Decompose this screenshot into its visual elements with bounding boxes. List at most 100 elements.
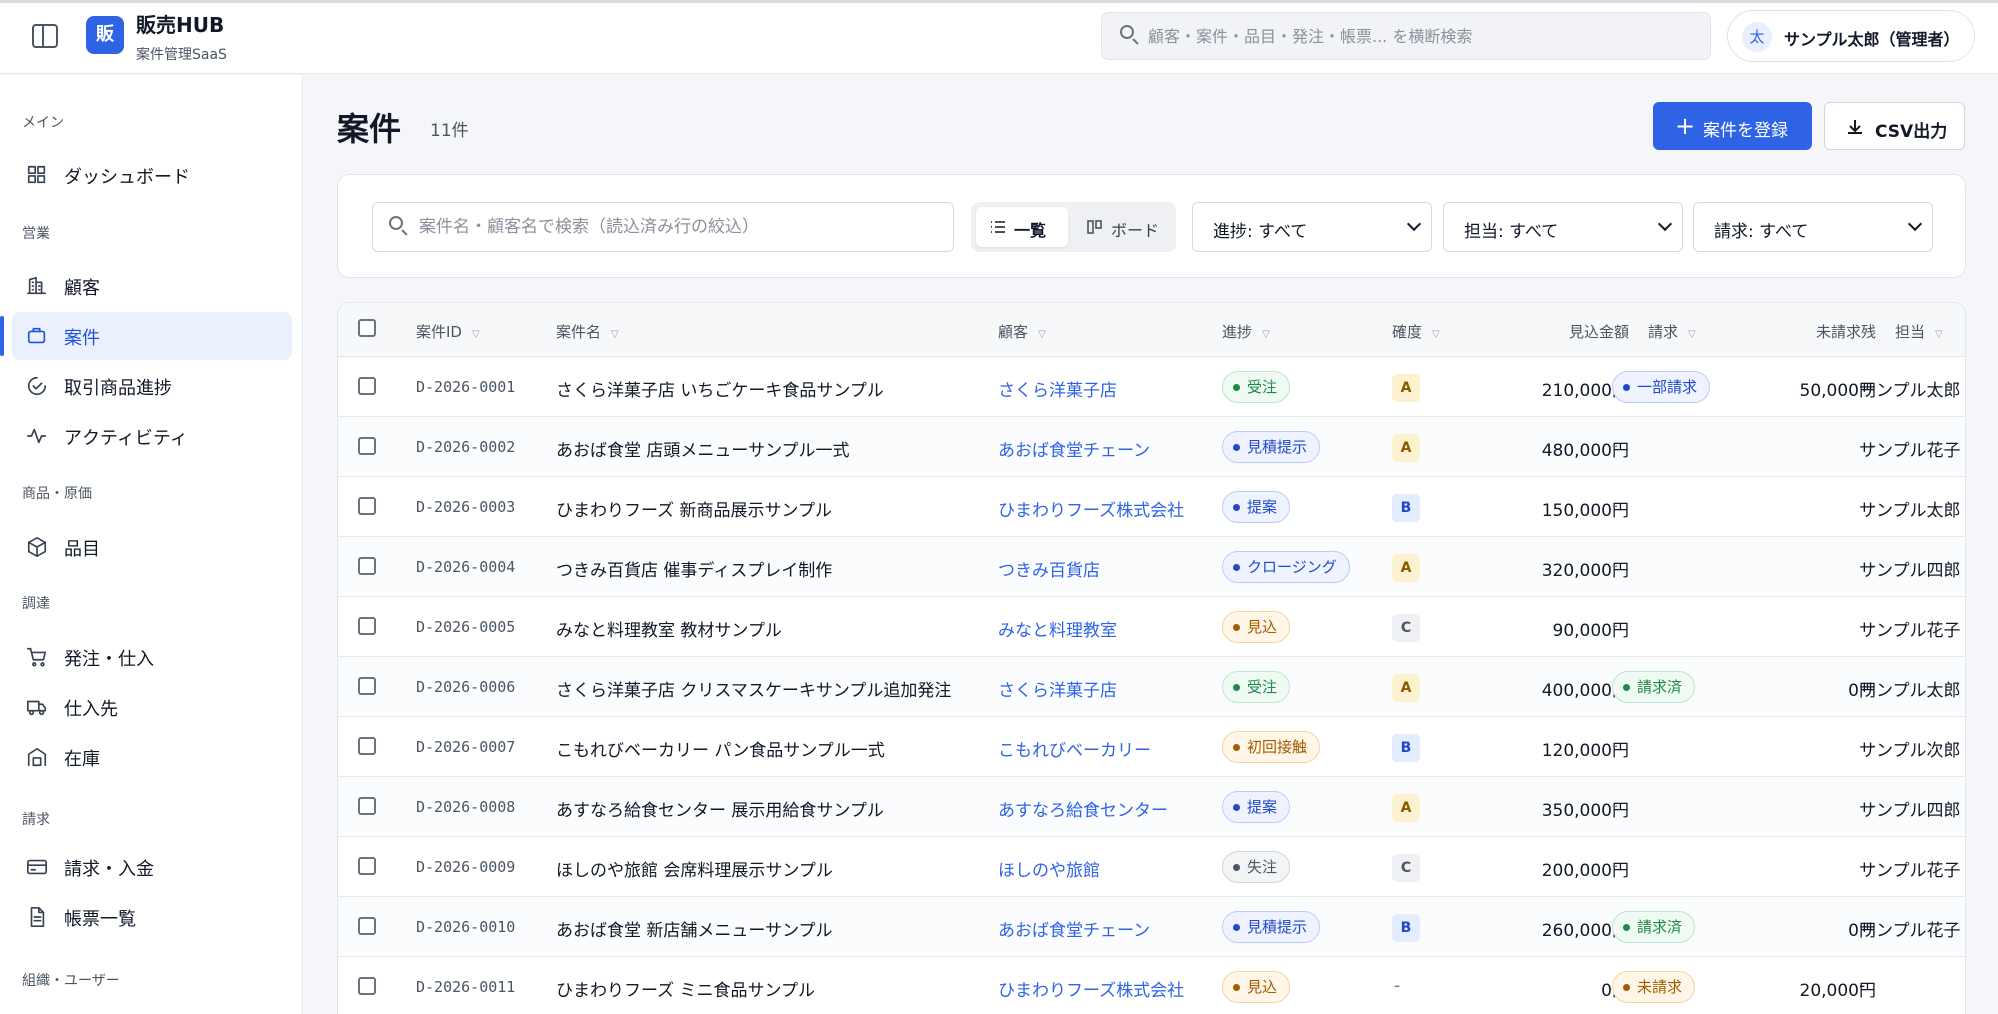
status-badge: 提案 bbox=[1222, 491, 1291, 523]
user-menu[interactable]: 太 サンプル太郎（管理者） bbox=[1727, 10, 1975, 62]
row-checkbox[interactable] bbox=[358, 617, 376, 635]
status-badge: 提案 bbox=[1222, 791, 1291, 823]
global-search[interactable] bbox=[1101, 12, 1711, 60]
expected-amount: 210,000円 bbox=[1541, 381, 1629, 401]
dashboard-icon bbox=[26, 164, 48, 186]
sidebar-item-box[interactable]: 品目 bbox=[12, 523, 292, 571]
deal-name[interactable]: みなと料理教室 教材サンプル bbox=[556, 616, 782, 641]
billing-badge: 一部請求 bbox=[1612, 371, 1711, 403]
deal-name[interactable]: さくら洋菓子店 いちごケーキ食品サンプル bbox=[556, 376, 884, 401]
table-row[interactable]: D-2026-0007 こもれびベーカリー パン食品サンプル一式 こもれびベーカリー… bbox=[338, 717, 1965, 777]
deal-name[interactable]: こもれびベーカリー パン食品サンプル一式 bbox=[556, 736, 885, 761]
unbilled-remaining: 50,000円 bbox=[1799, 381, 1876, 401]
table-row[interactable]: D-2026-0006 さくら洋菓子店 クリスマスケーキサンプル追加発注 さくら洋菓… bbox=[338, 657, 1965, 717]
document-icon bbox=[26, 906, 48, 928]
row-checkbox[interactable] bbox=[358, 917, 376, 935]
deal-name[interactable]: ひまわりフーズ ミニ食品サンプル bbox=[556, 976, 815, 1001]
sidebar-item-truck[interactable]: 仕入先 bbox=[12, 683, 292, 731]
table-row[interactable]: D-2026-0008 あすなろ給食センター 展示用給食サンプル あすなろ給食センタ… bbox=[338, 777, 1965, 837]
customer-link[interactable]: みなと料理教室 bbox=[998, 616, 1117, 641]
sidebar-item-warehouse[interactable]: 在庫 bbox=[12, 733, 292, 781]
sidebar-item-document[interactable]: 帳票一覧 bbox=[12, 893, 292, 941]
activity-icon bbox=[26, 425, 48, 447]
row-checkbox[interactable] bbox=[358, 377, 376, 395]
deal-name[interactable]: さくら洋菓子店 クリスマスケーキサンプル追加発注 bbox=[556, 676, 951, 701]
chevron-down-icon bbox=[1657, 216, 1673, 232]
owner-filter[interactable]: 担当: すべて bbox=[1443, 202, 1683, 252]
sidebar-item-user[interactable]: 社員 bbox=[12, 1003, 292, 1014]
row-checkbox[interactable] bbox=[358, 497, 376, 515]
column-header-id[interactable]: 案件ID ▽ bbox=[416, 321, 480, 342]
customer-link[interactable]: ひまわりフーズ株式会社 bbox=[998, 976, 1184, 1001]
column-header-name[interactable]: 案件名 ▽ bbox=[556, 321, 619, 342]
csv-export-button[interactable]: CSV出力 bbox=[1824, 102, 1965, 150]
table-row[interactable]: D-2026-0009 ほしのや旅館 会席料理展示サンプル ほしのや旅館 失注 C 200… bbox=[338, 837, 1965, 897]
table-row[interactable]: D-2026-0003 ひまわりフーズ 新商品展示サンプル ひまわりフーズ株式会社 提… bbox=[338, 477, 1965, 537]
view-board-label: ボード bbox=[1111, 221, 1160, 240]
plus-icon: + bbox=[1675, 112, 1696, 140]
sidebar-item-cart[interactable]: 発注・仕入 bbox=[12, 633, 292, 681]
customer-link[interactable]: さくら洋菓子店 bbox=[998, 676, 1117, 701]
sidebar-item-progress[interactable]: 取引商品進捗 bbox=[12, 362, 292, 410]
sidebar-item-building[interactable]: 顧客 bbox=[12, 262, 292, 310]
probability-badge: A bbox=[1392, 374, 1420, 402]
owner-name: サンプル花子 bbox=[1859, 621, 1961, 641]
row-checkbox[interactable] bbox=[358, 737, 376, 755]
status-badge: 見積提示 bbox=[1222, 431, 1321, 463]
table-header: 案件ID ▽ 案件名 ▽ 顧客 ▽ 進捗 ▽ 確度 ▽ 見込金額 請求 ▽ 未請求残 担当 ▽ bbox=[338, 303, 1965, 357]
customer-link[interactable]: こもれびベーカリー bbox=[998, 736, 1151, 761]
column-header-amount[interactable]: 見込金額 bbox=[1514, 321, 1629, 342]
table-row[interactable]: D-2026-0005 みなと料理教室 教材サンプル みなと料理教室 見込 C 90,00… bbox=[338, 597, 1965, 657]
sidebar-section-products: 商品・原価 bbox=[22, 486, 92, 502]
probability-badge: B bbox=[1392, 494, 1420, 522]
sidebar-item-dashboard[interactable]: ダッシュボード bbox=[12, 151, 292, 199]
row-checkbox[interactable] bbox=[358, 437, 376, 455]
column-header-customer[interactable]: 顧客 ▽ bbox=[998, 321, 1046, 342]
deal-name[interactable]: あすなろ給食センター 展示用給食サンプル bbox=[556, 796, 884, 821]
list-search-input[interactable] bbox=[419, 203, 944, 251]
customer-link[interactable]: ほしのや旅館 bbox=[998, 856, 1100, 881]
billing-filter-value: 請求: すべて bbox=[1714, 222, 1809, 242]
column-header-billing[interactable]: 請求 ▽ bbox=[1648, 321, 1696, 342]
view-board-button[interactable]: ボード bbox=[1073, 207, 1171, 247]
deal-name[interactable]: あおば食堂 新店舗メニューサンプル bbox=[556, 916, 833, 941]
customer-link[interactable]: つきみ百貨店 bbox=[998, 556, 1100, 581]
sidebar-item-briefcase[interactable]: 案件 bbox=[0, 312, 292, 360]
owner-name: サンプル太郎 bbox=[1859, 381, 1961, 401]
list-search[interactable] bbox=[372, 202, 954, 252]
chevron-down-icon bbox=[1907, 216, 1923, 232]
sidebar-item-card[interactable]: 請求・入金 bbox=[12, 843, 292, 891]
add-deal-button[interactable]: + 案件を登録 bbox=[1653, 102, 1812, 150]
row-checkbox[interactable] bbox=[358, 557, 376, 575]
row-checkbox[interactable] bbox=[358, 857, 376, 875]
deal-name[interactable]: あおば食堂 店頭メニューサンプル一式 bbox=[556, 436, 850, 461]
view-list-button[interactable]: 一覧 bbox=[976, 207, 1068, 247]
column-header-probability[interactable]: 確度 ▽ bbox=[1392, 321, 1440, 342]
progress-filter[interactable]: 進捗: すべて bbox=[1192, 202, 1432, 252]
deal-name[interactable]: ほしのや旅館 会席料理展示サンプル bbox=[556, 856, 833, 881]
table-row[interactable]: D-2026-0001 さくら洋菓子店 いちごケーキ食品サンプル さくら洋菓子店 受注… bbox=[338, 357, 1965, 417]
table-row[interactable]: D-2026-0010 あおば食堂 新店舗メニューサンプル あおば食堂チェーン 見積提… bbox=[338, 897, 1965, 957]
deal-name[interactable]: ひまわりフーズ 新商品展示サンプル bbox=[556, 496, 832, 521]
row-checkbox[interactable] bbox=[358, 797, 376, 815]
table-row[interactable]: D-2026-0004 つきみ百貨店 催事ディスプレイ制作 つきみ百貨店 クロージング… bbox=[338, 537, 1965, 597]
column-header-unbilled[interactable]: 未請求残 bbox=[1758, 321, 1876, 342]
sidebar-item-activity[interactable]: アクティビティ bbox=[12, 412, 292, 460]
sidebar-toggle-icon[interactable] bbox=[32, 24, 58, 48]
row-checkbox[interactable] bbox=[358, 677, 376, 695]
global-search-input[interactable] bbox=[1148, 13, 1698, 59]
column-header-owner[interactable]: 担当 ▽ bbox=[1895, 321, 1943, 342]
customer-link[interactable]: さくら洋菓子店 bbox=[998, 376, 1117, 401]
customer-link[interactable]: あおば食堂チェーン bbox=[998, 436, 1150, 461]
deal-name[interactable]: つきみ百貨店 催事ディスプレイ制作 bbox=[556, 556, 832, 581]
customer-link[interactable]: ひまわりフーズ株式会社 bbox=[998, 496, 1184, 521]
table-row[interactable]: D-2026-0002 あおば食堂 店頭メニューサンプル一式 あおば食堂チェーン 見積… bbox=[338, 417, 1965, 477]
column-header-progress[interactable]: 進捗 ▽ bbox=[1222, 321, 1270, 342]
table-row[interactable]: D-2026-0011 ひまわりフーズ ミニ食品サンプル ひまわりフーズ株式会社 見込… bbox=[338, 957, 1965, 1014]
customer-link[interactable]: あおば食堂チェーン bbox=[998, 916, 1150, 941]
briefcase-icon bbox=[26, 325, 48, 347]
row-checkbox[interactable] bbox=[358, 977, 376, 995]
customer-link[interactable]: あすなろ給食センター bbox=[998, 796, 1168, 821]
select-all-checkbox[interactable] bbox=[358, 319, 376, 337]
billing-filter[interactable]: 請求: すべて bbox=[1693, 202, 1933, 252]
